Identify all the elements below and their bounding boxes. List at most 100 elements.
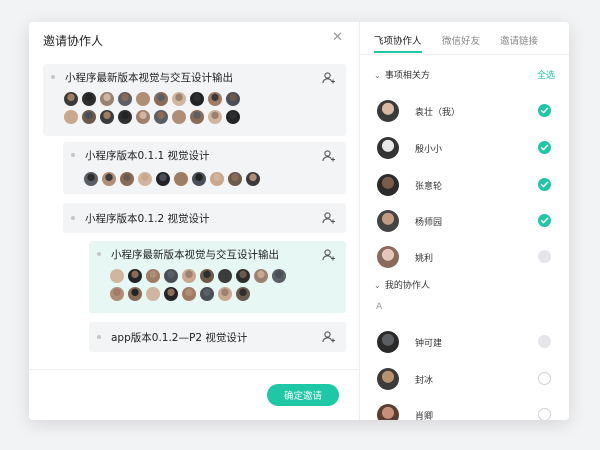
avatar bbox=[182, 287, 196, 301]
avatar bbox=[190, 110, 204, 124]
avatar bbox=[200, 269, 214, 283]
avatar bbox=[164, 287, 178, 301]
avatar bbox=[246, 172, 260, 186]
section-related-parties[interactable]: ⌄ 事项相关方 bbox=[374, 68, 430, 81]
avatar bbox=[377, 100, 399, 122]
task-name: 小程序最新版本视觉与交互设计输出 bbox=[111, 249, 279, 261]
avatar bbox=[154, 110, 168, 124]
avatar bbox=[226, 110, 240, 124]
checkbox-icon[interactable] bbox=[538, 250, 551, 263]
checked-icon[interactable] bbox=[538, 214, 551, 227]
avatar bbox=[272, 269, 286, 283]
collaborator-row[interactable]: 钟可建 bbox=[360, 326, 569, 358]
avatar-list bbox=[110, 269, 300, 301]
collaborator-row[interactable]: 肖卿 bbox=[360, 399, 569, 420]
avatar bbox=[377, 404, 399, 420]
avatar bbox=[146, 269, 160, 283]
add-user-icon[interactable] bbox=[322, 71, 336, 85]
avatar bbox=[82, 110, 96, 124]
task-name: app版本0.1.2—P2 视觉设计 bbox=[111, 332, 248, 344]
collaborator-panel: 飞项协作人 微信好友 邀请链接 ⌄ 事项相关方 全选 ⌄ 我的协作人 A 袁壮（… bbox=[359, 22, 569, 420]
collaborator-row[interactable]: 张意轮 bbox=[360, 169, 569, 201]
checkbox-icon[interactable] bbox=[538, 372, 551, 385]
collaborator-name: 姚利 bbox=[415, 254, 434, 264]
avatar bbox=[210, 172, 224, 186]
avatar bbox=[100, 110, 114, 124]
collaborator-name: 杨师园 bbox=[415, 218, 443, 228]
avatar bbox=[64, 110, 78, 124]
avatar bbox=[156, 172, 170, 186]
add-user-icon[interactable] bbox=[322, 211, 336, 225]
avatar bbox=[174, 172, 188, 186]
collaborator-row[interactable]: 杨师园 bbox=[360, 205, 569, 237]
task-item[interactable]: 小程序最新版本视觉与交互设计输出 bbox=[43, 64, 346, 136]
avatar bbox=[208, 110, 222, 124]
collaborator-row[interactable]: 殷小小 bbox=[360, 132, 569, 164]
avatar-list bbox=[64, 92, 254, 124]
tab-invite-link[interactable]: 邀请链接 bbox=[500, 33, 538, 47]
chevron-down-icon: ⌄ bbox=[374, 281, 381, 290]
avatar bbox=[120, 172, 134, 186]
tab-feixiang-collaborators[interactable]: 飞项协作人 bbox=[374, 33, 422, 47]
avatar bbox=[146, 287, 160, 301]
avatar bbox=[172, 92, 186, 106]
avatar bbox=[228, 172, 242, 186]
footer-divider bbox=[29, 369, 359, 370]
avatar bbox=[377, 331, 399, 353]
dialog-title: 邀请协作人 bbox=[43, 34, 104, 48]
avatar bbox=[200, 287, 214, 301]
bullet-dot bbox=[71, 216, 75, 220]
avatar bbox=[377, 137, 399, 159]
avatar bbox=[110, 287, 124, 301]
avatar bbox=[377, 368, 399, 390]
close-icon[interactable]: ✕ bbox=[332, 31, 343, 45]
checkbox-icon[interactable] bbox=[538, 335, 551, 348]
task-panel: 邀请协作人 ✕ 小程序最新版本视觉与交互设计输出 小程序版本0.1.1 视觉设计… bbox=[29, 22, 359, 420]
collaborator-name: 肖卿 bbox=[415, 412, 434, 420]
task-item-selected[interactable]: 小程序最新版本视觉与交互设计输出 bbox=[89, 241, 346, 313]
task-item[interactable]: 小程序版本0.1.1 视觉设计 bbox=[63, 142, 346, 194]
tab-wechat-friends[interactable]: 微信好友 bbox=[442, 33, 480, 47]
collaborator-row[interactable]: 姚利 bbox=[360, 241, 569, 273]
bullet-dot bbox=[97, 252, 101, 256]
avatar bbox=[64, 92, 78, 106]
bullet-dot bbox=[51, 75, 55, 79]
avatar bbox=[118, 110, 132, 124]
add-user-icon[interactable] bbox=[322, 149, 336, 163]
avatar bbox=[84, 172, 98, 186]
collaborator-name: 封冰 bbox=[415, 376, 434, 386]
avatar bbox=[236, 269, 250, 283]
task-name: 小程序最新版本视觉与交互设计输出 bbox=[65, 72, 233, 84]
avatar bbox=[182, 269, 196, 283]
section-my-collaborators[interactable]: ⌄ 我的协作人 bbox=[374, 278, 430, 291]
active-tab-indicator bbox=[374, 51, 422, 53]
checked-icon[interactable] bbox=[538, 141, 551, 154]
checkbox-icon[interactable] bbox=[538, 408, 551, 420]
collaborator-name: 钟可建 bbox=[415, 339, 443, 349]
avatar bbox=[254, 269, 268, 283]
checked-icon[interactable] bbox=[538, 178, 551, 191]
bullet-dot bbox=[71, 153, 75, 157]
collaborator-row[interactable]: 袁壮（我） bbox=[360, 95, 569, 127]
bullet-dot bbox=[97, 335, 101, 339]
task-name: 小程序版本0.1.1 视觉设计 bbox=[85, 150, 210, 162]
chevron-down-icon: ⌄ bbox=[374, 71, 381, 80]
invite-dialog: 邀请协作人 ✕ 小程序最新版本视觉与交互设计输出 小程序版本0.1.1 视觉设计… bbox=[29, 22, 569, 420]
task-item[interactable]: 小程序版本0.1.2 视觉设计 bbox=[63, 203, 346, 233]
task-item[interactable]: app版本0.1.2—P2 视觉设计 bbox=[89, 322, 346, 352]
index-letter: A bbox=[376, 302, 383, 312]
avatar bbox=[218, 287, 232, 301]
section-label: 我的协作人 bbox=[384, 281, 430, 291]
add-user-icon[interactable] bbox=[322, 330, 336, 344]
avatar bbox=[236, 287, 250, 301]
add-user-icon[interactable] bbox=[322, 248, 336, 262]
avatar bbox=[164, 269, 178, 283]
avatar bbox=[138, 172, 152, 186]
avatar bbox=[100, 92, 114, 106]
collaborator-row[interactable]: 封冰 bbox=[360, 363, 569, 395]
checked-icon[interactable] bbox=[538, 104, 551, 117]
select-all-link[interactable]: 全选 bbox=[537, 68, 555, 81]
avatar bbox=[136, 110, 150, 124]
confirm-invite-button[interactable]: 确定邀请 bbox=[267, 384, 339, 406]
avatar bbox=[102, 172, 116, 186]
